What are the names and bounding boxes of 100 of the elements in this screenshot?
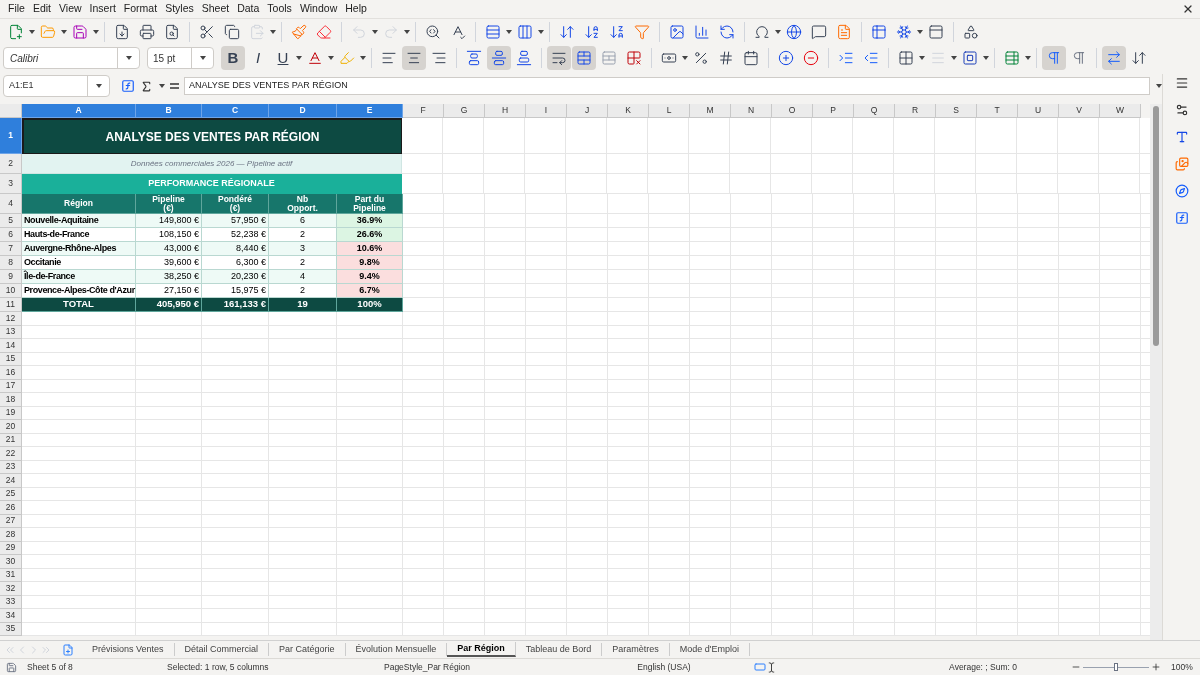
pilcrow-button[interactable] [1042, 46, 1066, 70]
column-header[interactable]: I [526, 104, 567, 118]
formula-input[interactable]: ANALYSE DES VENTES PAR RÉGION [184, 77, 1150, 95]
column-header[interactable]: W [1100, 104, 1141, 118]
insert-mode-icon[interactable] [766, 661, 777, 673]
column-header[interactable]: U [1018, 104, 1059, 118]
zoom-level[interactable]: 100% [1171, 660, 1193, 674]
column-header[interactable]: K [608, 104, 649, 118]
row-header[interactable]: 2 [0, 154, 22, 174]
row-header[interactable]: 20 [0, 420, 22, 434]
column-header[interactable]: E [337, 104, 403, 118]
column-header[interactable]: Q [854, 104, 895, 118]
close-icon[interactable] [1182, 3, 1194, 15]
menu-item[interactable]: Data [233, 1, 264, 17]
zoom-slider-thumb[interactable] [1114, 663, 1118, 671]
sheet-tab[interactable]: Détail Commercial [174, 642, 270, 657]
column-header[interactable]: A [22, 104, 136, 118]
format-toggle-button[interactable]: B [221, 46, 245, 70]
merge-cells-button[interactable] [572, 46, 596, 70]
row-header[interactable]: 34 [0, 609, 22, 623]
sum-icon[interactable] [140, 79, 153, 93]
sheet-tab[interactable]: Prévisions Ventes [82, 642, 175, 657]
column-header[interactable]: R [895, 104, 936, 118]
table-cell: 8,440 € [202, 242, 269, 256]
row-header[interactable]: 7 [0, 242, 22, 256]
row-header[interactable]: 5 [0, 214, 22, 228]
row-header[interactable]: 1 [0, 118, 22, 154]
sheet-tab[interactable]: Paramètres [602, 642, 670, 657]
column-header[interactable]: B [136, 104, 202, 118]
text-direction-button[interactable] [1102, 46, 1126, 70]
column-header[interactable]: M [690, 104, 731, 118]
row-header[interactable]: 18 [0, 393, 22, 407]
row-header[interactable]: 16 [0, 366, 22, 380]
sheet-tab[interactable]: Par Catégorie [269, 642, 346, 657]
zoom-slider[interactable] [1083, 663, 1149, 671]
row-header[interactable]: 28 [0, 528, 22, 542]
add-sheet-icon[interactable] [62, 643, 74, 656]
format-toggle-button[interactable]: U [271, 46, 295, 70]
font-name-field[interactable]: Calibri [3, 47, 140, 69]
column-header[interactable]: D [269, 104, 337, 118]
row-header[interactable]: 11 [0, 298, 22, 312]
row-header[interactable]: 9 [0, 270, 22, 284]
menu-item[interactable]: Styles [161, 1, 198, 17]
wrap-text-button[interactable] [547, 46, 571, 70]
menu-item[interactable]: Help [341, 1, 371, 17]
font-size-field[interactable]: 15 pt [147, 47, 214, 69]
row-header[interactable]: 6 [0, 228, 22, 242]
column-header[interactable]: O [772, 104, 813, 118]
sheet-tab[interactable]: Évolution Mensuelle [345, 642, 448, 657]
column-header[interactable]: V [1059, 104, 1100, 118]
menu-item[interactable]: Insert [85, 1, 120, 17]
align-middle-icon [491, 50, 507, 66]
align-center-button[interactable] [402, 46, 426, 70]
zoom-in-icon[interactable] [1151, 662, 1161, 672]
column-header[interactable]: J [567, 104, 608, 118]
row-header[interactable]: 24 [0, 474, 22, 488]
column-header[interactable]: T [977, 104, 1018, 118]
function-wizard-icon[interactable] [121, 79, 135, 93]
vertical-text-icon [1131, 50, 1147, 66]
column-header[interactable]: F [403, 104, 444, 118]
sheet-tab[interactable]: Par Région [447, 641, 516, 658]
save-status-icon[interactable] [6, 661, 17, 673]
menu-icon[interactable] [1174, 76, 1189, 90]
menu-item[interactable]: Tools [263, 1, 296, 17]
column-header[interactable]: N [731, 104, 772, 118]
menu-item[interactable]: Sheet [197, 1, 234, 17]
column-header[interactable]: P [813, 104, 854, 118]
equals-icon[interactable] [170, 83, 179, 89]
row-header[interactable]: 32 [0, 582, 22, 596]
column-header[interactable]: G [444, 104, 485, 118]
row-header[interactable]: 10 [0, 284, 22, 298]
name-box[interactable]: A1:E1 [3, 75, 110, 97]
row-header[interactable]: 3 [0, 174, 22, 194]
functions-icon[interactable] [1174, 211, 1189, 225]
format-toggle-button[interactable]: I [246, 46, 270, 70]
row-header[interactable]: 30 [0, 555, 22, 569]
row-header[interactable]: 26 [0, 501, 22, 515]
properties-icon[interactable] [1174, 103, 1189, 117]
menu-item[interactable]: Format [119, 1, 162, 17]
column-header[interactable]: L [649, 104, 690, 118]
column-header[interactable]: S [936, 104, 977, 118]
row-header[interactable]: 22 [0, 447, 22, 461]
row-header[interactable]: 12 [0, 312, 22, 326]
row-header[interactable]: 8 [0, 256, 22, 270]
vertical-scrollbar[interactable] [1150, 104, 1162, 640]
menu-item[interactable]: View [55, 1, 86, 17]
menu-item[interactable]: Window [295, 1, 342, 17]
column-header[interactable]: C [202, 104, 269, 118]
row-header[interactable]: 14 [0, 339, 22, 353]
column-header[interactable]: H [485, 104, 526, 118]
row-header[interactable]: 4 [0, 194, 22, 214]
styles-icon[interactable] [1174, 130, 1189, 144]
navigator-icon[interactable] [1174, 184, 1189, 198]
sheet-tab[interactable]: Mode d'Emploi [669, 642, 751, 657]
menu-item[interactable]: Edit [28, 1, 55, 17]
align-middle-button[interactable] [487, 46, 511, 70]
menu-item[interactable]: File [4, 1, 29, 17]
sheet-tab[interactable]: Tableau de Bord [515, 642, 603, 657]
border-color-icon [962, 50, 978, 66]
gallery-icon[interactable] [1174, 157, 1189, 171]
